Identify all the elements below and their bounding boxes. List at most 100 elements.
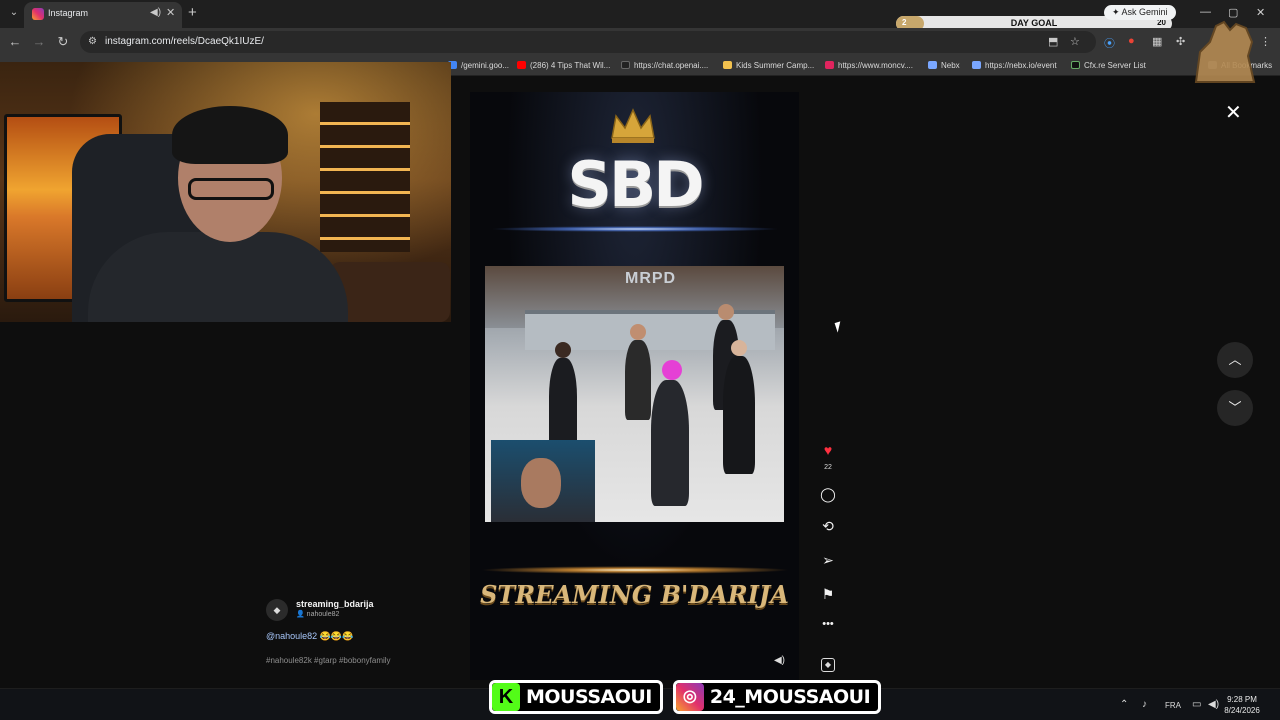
station-sign: MRPD (625, 270, 677, 287)
comment-icon[interactable]: ◯ (814, 486, 842, 503)
forward-icon[interactable]: → (31, 34, 47, 49)
streamer-face (521, 458, 561, 508)
streamer-facecam (491, 440, 595, 522)
bookmark-label: https://chat.openai.... (634, 61, 709, 70)
bookmark-item[interactable]: https://nebx.io/event (972, 61, 1057, 70)
more-options-icon[interactable]: ••• (814, 618, 842, 630)
tab-search-chevron-icon[interactable]: ⌄ (6, 5, 22, 21)
kick-logo-icon: K (492, 683, 520, 711)
volume-icon[interactable]: ◀) (774, 655, 785, 666)
camel-logo-icon (1194, 20, 1256, 83)
ask-gemini-label: Ask Gemini (1121, 7, 1168, 17)
tab-strip: ⌄ Instagram ◀) ✕ + 2 DAY GOAL 20 ✦ Ask G… (0, 0, 1280, 31)
gold-flare (480, 566, 790, 574)
bookmark-item[interactable]: https://www.moncv.... (825, 61, 913, 70)
character-head (731, 340, 747, 356)
bookmark-favicon-icon (1071, 61, 1080, 69)
clock-date: 8/24/2026 (1224, 706, 1260, 715)
author-avatar[interactable]: ◆ (266, 599, 288, 621)
bookmark-item[interactable]: Cfx.re Server List (1071, 61, 1146, 70)
streamer-webcam (0, 62, 451, 322)
close-reels-icon[interactable]: ✕ (1225, 100, 1242, 125)
gameplay-clip: MRPD (485, 266, 784, 522)
collab-username-text: nahoule82 (306, 611, 340, 618)
extension-icon[interactable]: ● (1128, 35, 1135, 47)
display-icon[interactable]: ▭ (1192, 699, 1201, 710)
author-username[interactable]: streaming_bdarija (296, 599, 374, 609)
extensions-puzzle-icon[interactable]: ✣ (1176, 35, 1185, 48)
bookmark-label: https://nebx.io/event (985, 61, 1057, 70)
sbd-logo: SBD (567, 148, 704, 221)
bookmark-favicon-icon (928, 61, 937, 69)
site-info-icon[interactable]: ⚙ (88, 36, 97, 47)
instagram-favicon-icon (32, 8, 44, 20)
speaker-icon[interactable]: ◀) (150, 7, 161, 18)
bookmark-item[interactable]: Nebx (928, 61, 960, 70)
speaker-tray-icon[interactable]: ◀) (1208, 699, 1219, 710)
url-text: instagram.com/reels/DcaeQk1IUzE/ (105, 36, 264, 47)
stream-handles-overlay: K MOUSSAOUI ◎ 24_MOUSSAOUI (489, 680, 882, 714)
character (723, 340, 755, 474)
crown-icon (611, 108, 655, 143)
streaming-banner: STREAMING B'DARIJA (480, 580, 789, 609)
tray-chevron-icon[interactable]: ⌃ (1120, 699, 1128, 710)
repost-icon[interactable]: ⟲ (814, 518, 842, 535)
bookmark-item[interactable]: (286) 4 Tips That Wil... (517, 61, 610, 70)
navigation-bar: ← → ↻ ⚙ instagram.com/reels/DcaeQk1IUzE/… (0, 28, 1280, 56)
system-clock[interactable]: 9:28 PM 8/24/2026 (1224, 694, 1260, 716)
bookmark-favicon-icon (723, 61, 732, 69)
language-indicator[interactable]: FRA (1165, 701, 1181, 710)
bookmark-label: /gemini.goo... (461, 61, 510, 70)
mouse-cursor-icon (834, 321, 844, 333)
character-head (555, 342, 571, 358)
sofa (330, 262, 450, 322)
audio-avatar-icon[interactable]: ◆ (821, 658, 835, 672)
bookmark-item[interactable]: /gemini.goo... (448, 61, 509, 70)
save-bookmark-icon[interactable]: ⚑ (814, 586, 842, 603)
bookmark-label: https://www.moncv.... (838, 61, 913, 70)
bookmark-label: (286) 4 Tips That Wil... (530, 61, 611, 70)
share-icon[interactable]: ➢ (814, 552, 842, 569)
bookmark-label: Kids Summer Camp... (736, 61, 815, 70)
instagram-logo-icon: ◎ (675, 683, 704, 711)
character-head (718, 304, 734, 320)
bookmark-favicon-icon (825, 61, 834, 69)
bookmark-star-icon[interactable]: ☆ (1070, 35, 1080, 48)
bookmark-item[interactable]: Kids Summer Camp... (723, 61, 814, 70)
bookmark-label: Cfx.re Server List (1084, 61, 1146, 70)
extension-icon[interactable]: ⦿ (1104, 35, 1115, 51)
youtube-favicon-icon (517, 61, 526, 69)
back-icon[interactable]: ← (7, 34, 23, 49)
microphone-icon[interactable]: ♪ (1142, 699, 1147, 710)
bookmark-label: Nebx (941, 61, 960, 70)
bookmark-favicon-icon (972, 61, 981, 69)
caption-hashtags[interactable]: #nahoule82k #gtarp #bobonyfamily (266, 656, 391, 665)
caption-text: @nahoule82 😂😂😂 (266, 631, 354, 641)
install-icon[interactable]: ⬒ (1048, 35, 1058, 48)
ask-gemini-button[interactable]: ✦ Ask Gemini (1104, 5, 1176, 20)
light-flare (490, 226, 780, 232)
character (625, 324, 651, 420)
streamer-hair (172, 106, 288, 164)
tab-title: Instagram (48, 8, 89, 18)
previous-reel-button[interactable]: ︿ (1217, 342, 1253, 378)
tab-instagram[interactable]: Instagram ◀) ✕ (24, 2, 182, 28)
streamer-glasses (188, 178, 274, 200)
extension-icon[interactable]: ▦ (1152, 35, 1162, 48)
instagram-username: 24_MOUSSAOUI (709, 686, 871, 708)
reload-icon[interactable]: ↻ (55, 34, 71, 50)
bookmark-item[interactable]: https://chat.openai.... (621, 61, 708, 70)
kick-username: MOUSSAOUI (526, 686, 652, 708)
like-heart-icon[interactable]: ♥ (814, 442, 842, 458)
reel-video[interactable]: SBD MRPD STREAMING B'DARIJA ◀) (470, 92, 799, 680)
like-count: 22 (824, 464, 832, 471)
new-tab-button[interactable]: + (188, 4, 197, 21)
streamer-body (88, 232, 348, 322)
openai-favicon-icon (621, 61, 630, 69)
address-bar[interactable]: ⚙ instagram.com/reels/DcaeQk1IUzE/ ⬒ ☆ (80, 31, 1096, 53)
next-reel-button[interactable]: ﹀ (1217, 390, 1253, 426)
collab-username[interactable]: 👤 nahoule82 (296, 610, 339, 618)
tab-close-icon[interactable]: ✕ (166, 6, 175, 19)
instagram-handle: ◎ 24_MOUSSAOUI (672, 680, 882, 714)
character-head (662, 360, 682, 380)
